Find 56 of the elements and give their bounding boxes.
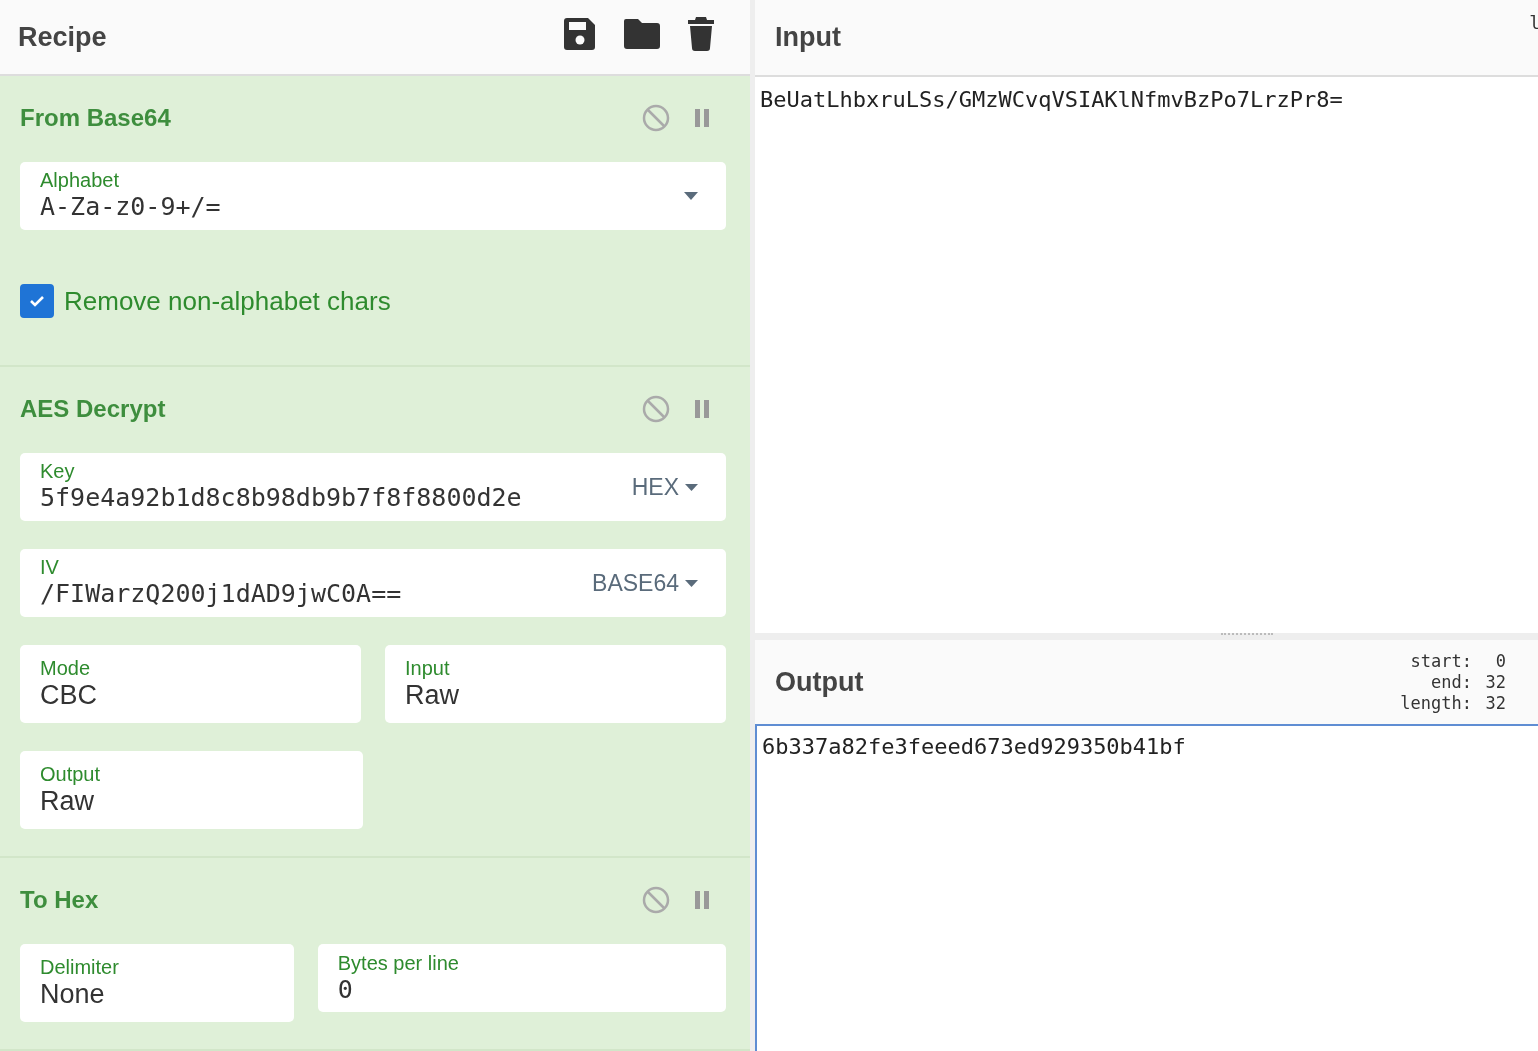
stat-value: 32 xyxy=(1484,692,1506,714)
disable-icon[interactable] xyxy=(642,104,670,132)
folder-icon[interactable] xyxy=(624,19,660,49)
input-text: BeUatLhbxruLSs/GMzWCvqVSIAKlNfmvBzPo7LrzPr8= xyxy=(760,87,1343,112)
recipe-title: Recipe xyxy=(18,21,107,53)
output-text: 6b337a82fe3feeed673ed929350b41bf xyxy=(762,734,1186,759)
field-label: Key xyxy=(40,460,76,482)
alphabet-field[interactable]: Alphabet A-Za-z0-9+/= xyxy=(20,162,726,230)
field-label: Delimiter xyxy=(40,956,120,978)
caret-icon xyxy=(685,483,698,491)
text-field[interactable]: Key 5f9e4a92b1d8c8b98db9b7f8f8800d2e HEX xyxy=(20,453,726,521)
field-value: Raw xyxy=(40,785,95,817)
format-dropdown[interactable]: HEX xyxy=(631,473,706,501)
checkbox-option[interactable]: Remove non-alphabet chars xyxy=(20,284,391,318)
number-field[interactable]: Bytes per line 0 xyxy=(317,944,726,1012)
field-value: None xyxy=(40,978,106,1010)
pause-icon[interactable] xyxy=(694,108,710,128)
field-label: Input xyxy=(405,657,451,679)
stat-value: 0 xyxy=(1494,650,1506,672)
field-value: Raw xyxy=(405,679,460,711)
field-label: Output xyxy=(40,763,102,785)
field-value: 0 xyxy=(337,974,354,1006)
field-value: CBC xyxy=(40,679,98,711)
format-dropdown[interactable]: BASE64 xyxy=(592,569,706,597)
pause-icon[interactable] xyxy=(694,890,710,910)
operation-title: From Base64 xyxy=(20,104,171,132)
disable-icon[interactable] xyxy=(642,886,670,914)
checkbox-label: Remove non-alphabet chars xyxy=(64,285,391,317)
field-label: Bytes per line xyxy=(337,952,460,974)
field-label: Alphabet xyxy=(40,169,120,191)
field-value: /FIWarzQ200j1dAD9jwC0A== xyxy=(40,578,403,610)
caret-icon xyxy=(685,579,698,587)
field-label: IV xyxy=(40,556,60,578)
output-title: Output xyxy=(775,666,864,698)
caret-icon xyxy=(684,192,698,200)
stat-value: 32 xyxy=(1484,671,1506,693)
operation-title: To Hex xyxy=(20,886,99,914)
stat-label: length: xyxy=(1400,692,1472,714)
stat-label: start: xyxy=(1410,650,1472,672)
select-field[interactable]: Output Raw xyxy=(20,751,363,829)
text-field[interactable]: IV /FIWarzQ200j1dAD9jwC0A== BASE64 xyxy=(20,549,726,617)
checkbox[interactable] xyxy=(20,284,54,318)
input-title: Input xyxy=(775,22,841,53)
cut-text: l xyxy=(1529,12,1538,33)
field-label: Mode xyxy=(40,657,92,679)
field-value: A-Za-z0-9+/= xyxy=(40,191,222,223)
operation-title: AES Decrypt xyxy=(20,395,166,423)
select-field[interactable]: Mode CBC xyxy=(20,645,361,723)
save-icon[interactable] xyxy=(564,17,596,51)
stat-label: end: xyxy=(1431,671,1472,693)
trash-icon[interactable] xyxy=(688,17,714,51)
disable-icon[interactable] xyxy=(642,395,670,423)
pause-icon[interactable] xyxy=(694,399,710,419)
field-value: 5f9e4a92b1d8c8b98db9b7f8f8800d2e xyxy=(40,482,523,514)
select-field[interactable]: Input Raw xyxy=(385,645,726,723)
select-field[interactable]: Delimiter None xyxy=(20,944,294,1022)
